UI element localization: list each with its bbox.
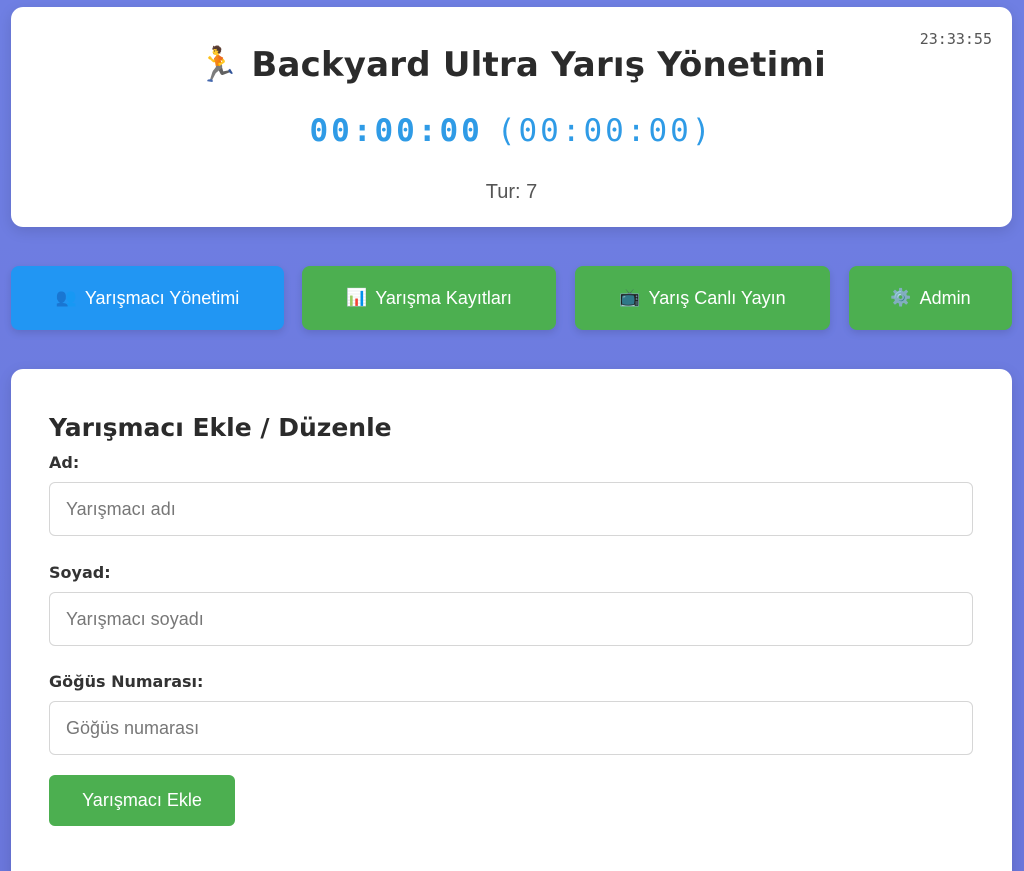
last-name-label: Soyad:: [49, 563, 111, 582]
nav-label: Yarışma Kayıtları: [375, 287, 512, 308]
header-card: 23:33:55 🏃 Backyard Ultra Yarış Yönetimi…: [11, 7, 1012, 227]
race-timer: 00:00:00 (00:00:00): [11, 113, 1012, 149]
tv-icon: 📺: [619, 288, 641, 307]
runner-icon: 🏃: [197, 46, 240, 84]
nav-label: Yarışmacı Yönetimi: [84, 287, 240, 308]
round-counter: Tur: 7: [485, 181, 538, 203]
form-title: Yarışmacı Ekle / Düzenle: [49, 413, 392, 442]
title-row: 🏃 Backyard Ultra Yarış Yönetimi: [11, 45, 1012, 85]
users-icon: 👥: [55, 288, 77, 307]
nav-label: Admin: [919, 287, 971, 308]
first-name-input[interactable]: [49, 482, 973, 536]
gear-icon: ⚙️: [890, 288, 912, 307]
first-name-label: Ad:: [49, 453, 80, 472]
main-nav: 👥 Yarışmacı Yönetimi 📊 Yarışma Kayıtları…: [11, 266, 1012, 330]
page-title: Backyard Ultra Yarış Yönetimi: [251, 45, 826, 85]
nav-live-stream[interactable]: 📺 Yarış Canlı Yayın: [575, 266, 830, 330]
nav-participant-management[interactable]: 👥 Yarışmacı Yönetimi: [11, 266, 284, 330]
bib-number-label: Göğüs Numarası:: [49, 672, 204, 691]
bar-chart-icon: 📊: [346, 288, 368, 307]
bib-number-input[interactable]: [49, 701, 973, 755]
nav-label: Yarış Canlı Yayın: [648, 287, 786, 308]
add-participant-button[interactable]: Yarışmacı Ekle: [49, 775, 235, 826]
nav-race-records[interactable]: 📊 Yarışma Kayıtları: [302, 266, 556, 330]
participant-form: Yarışmacı Ekle / Düzenle Ad: Soyad: Göğü…: [11, 369, 1012, 871]
total-timer: (00:00:00): [496, 113, 714, 149]
nav-admin[interactable]: ⚙️ Admin: [849, 266, 1012, 330]
last-name-input[interactable]: [49, 592, 973, 646]
lap-timer: 00:00:00: [309, 113, 483, 149]
